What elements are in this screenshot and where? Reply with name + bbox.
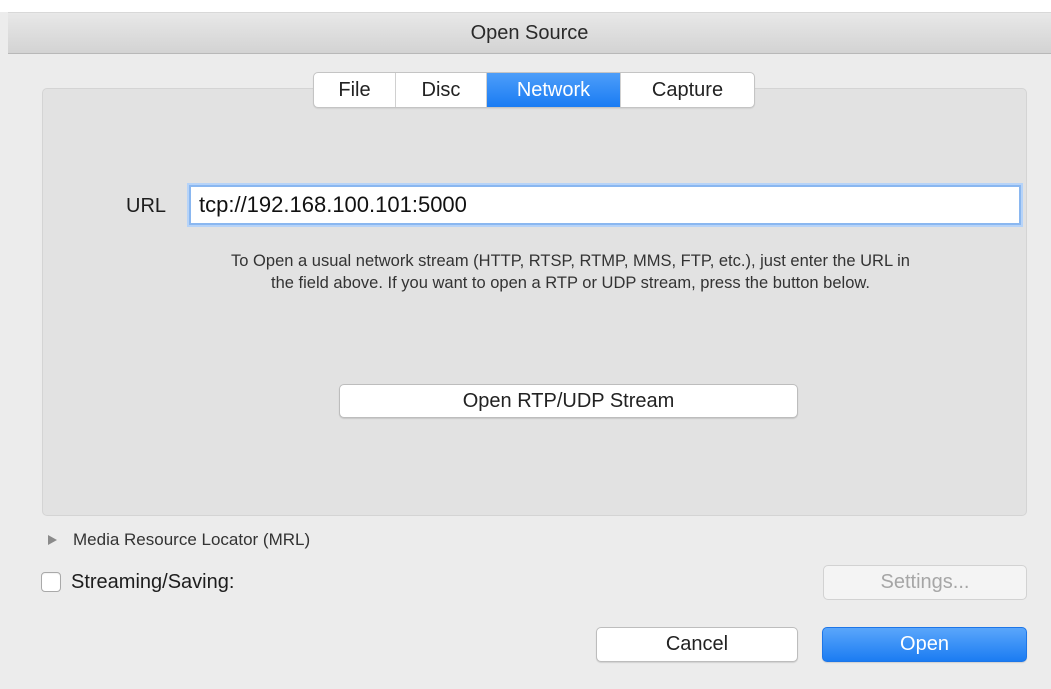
open-rtp-udp-stream-button[interactable]: Open RTP/UDP Stream — [339, 384, 798, 418]
help-text-line-2: the field above. If you want to open a R… — [271, 274, 870, 292]
cancel-button[interactable]: Cancel — [596, 627, 798, 662]
window-top-strip — [0, 0, 1051, 12]
window-title: Open Source — [470, 22, 589, 44]
network-panel: URL To Open a usual network stream (HTTP… — [42, 88, 1027, 516]
tab-disc[interactable]: Disc — [396, 73, 487, 107]
help-text-line-1: To Open a usual network stream (HTTP, RT… — [231, 252, 910, 270]
streaming-saving-checkbox[interactable] — [41, 572, 61, 592]
tab-file[interactable]: File — [314, 73, 396, 107]
mrl-disclosure[interactable]: Media Resource Locator (MRL) — [48, 529, 310, 551]
streaming-saving-row: Streaming/Saving: — [41, 569, 234, 595]
help-text: To Open a usual network stream (HTTP, RT… — [93, 250, 1048, 294]
open-source-window: Open Source URL To Open a usual network … — [0, 0, 1051, 689]
dialog-content: URL To Open a usual network stream (HTTP… — [8, 54, 1051, 689]
url-input[interactable] — [189, 185, 1021, 225]
tab-capture[interactable]: Capture — [621, 73, 754, 107]
url-label: URL — [126, 195, 167, 217]
mrl-label: Media Resource Locator (MRL) — [73, 530, 311, 549]
tab-network[interactable]: Network — [487, 73, 621, 107]
streaming-saving-label[interactable]: Streaming/Saving: — [71, 571, 234, 594]
title-bar[interactable]: Open Source — [8, 12, 1051, 54]
source-tabs: File Disc Network Capture — [313, 72, 755, 108]
settings-button[interactable]: Settings... — [823, 565, 1027, 600]
triangle-right-icon[interactable] — [48, 535, 57, 545]
open-button[interactable]: Open — [822, 627, 1027, 662]
